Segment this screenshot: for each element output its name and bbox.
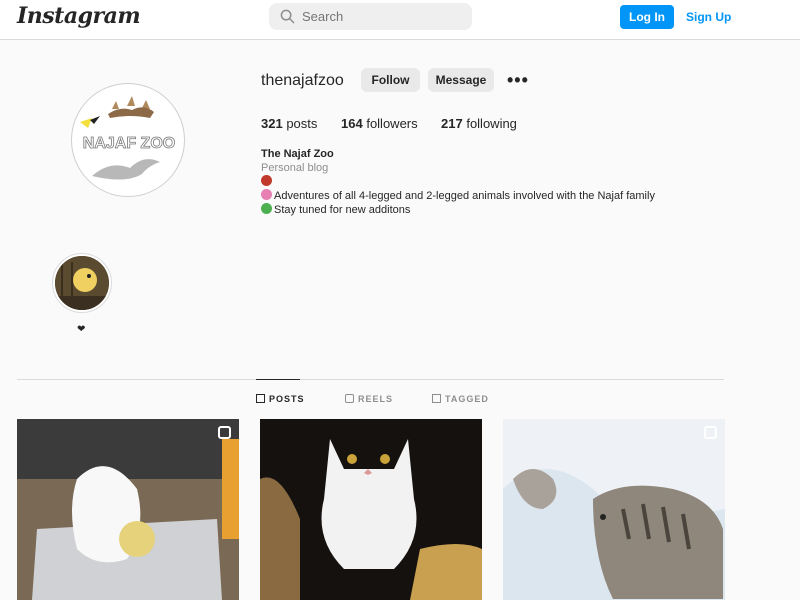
sunflower-emoji-icon [261, 203, 272, 214]
more-options-icon[interactable]: ••• [507, 70, 529, 91]
bio-line-1-text: Adventures of all 4-legged and 2-legged … [274, 190, 655, 202]
bio-line-2-text: Stay tuned for new additons [274, 204, 411, 216]
following-count-label: following [466, 116, 517, 131]
post-image-bird [17, 419, 239, 600]
mushroom-emoji-icon [261, 175, 272, 186]
followers-count[interactable]: 164 followers [341, 116, 418, 131]
search-icon [280, 9, 295, 24]
tab-posts[interactable]: POSTS [256, 394, 305, 404]
posts-count-number: 321 [261, 116, 283, 131]
post-thumbnail[interactable] [17, 419, 239, 600]
highlight-label: ❤ [77, 324, 86, 335]
message-button[interactable]: Message [428, 68, 494, 92]
instagram-logo[interactable]: Instagram [17, 3, 141, 29]
grid-icon [256, 394, 265, 403]
post-image-white-cat [260, 419, 482, 600]
post-thumbnail[interactable] [503, 419, 725, 600]
profile-bio: The Najaf Zoo Personal blog Adventures o… [261, 147, 681, 217]
post-thumbnail[interactable] [260, 419, 482, 600]
reel-indicator-icon [704, 426, 717, 439]
sign-up-link[interactable]: Sign Up [686, 10, 731, 24]
followers-count-number: 164 [341, 116, 363, 131]
followers-count-label: followers [366, 116, 418, 131]
bio-emoji-row [261, 175, 681, 189]
tab-tagged[interactable]: TAGGED [432, 394, 489, 404]
flower-emoji-icon [261, 189, 272, 200]
tab-posts-label: POSTS [269, 394, 305, 404]
bio-category: Personal blog [261, 162, 329, 174]
post-image-tabby-cat [503, 419, 725, 600]
tabs-divider [17, 379, 724, 380]
bio-line-2: Stay tuned for new additons [261, 203, 681, 217]
active-tab-indicator [256, 379, 300, 380]
search-input[interactable] [302, 3, 462, 30]
avatar-text: NAJAF ZOO [83, 135, 175, 152]
highlight-cover-image [55, 256, 109, 310]
top-navigation-bar: Instagram Log In Sign Up [0, 0, 800, 40]
tab-reels-label: REELS [358, 394, 394, 404]
posts-count-label: posts [286, 116, 318, 131]
tab-reels[interactable]: REELS [345, 394, 393, 404]
story-highlight[interactable] [52, 253, 112, 313]
bio-line-1: Adventures of all 4-legged and 2-legged … [261, 189, 681, 203]
najaf-zoo-logo: NAJAF ZOO [80, 96, 176, 180]
follow-button[interactable]: Follow [361, 68, 420, 92]
tagged-icon [432, 394, 441, 403]
search-box[interactable] [269, 3, 472, 30]
tab-tagged-label: TAGGED [445, 394, 489, 404]
following-count[interactable]: 217 following [441, 116, 517, 131]
reel-indicator-icon [218, 426, 231, 439]
following-count-number: 217 [441, 116, 463, 131]
reels-icon [345, 394, 354, 403]
profile-username: thenajafzoo [261, 72, 344, 89]
bio-name: The Najaf Zoo [261, 148, 334, 160]
profile-avatar[interactable]: NAJAF ZOO [71, 83, 185, 197]
posts-count: 321 posts [261, 116, 317, 131]
log-in-button[interactable]: Log In [620, 5, 674, 29]
